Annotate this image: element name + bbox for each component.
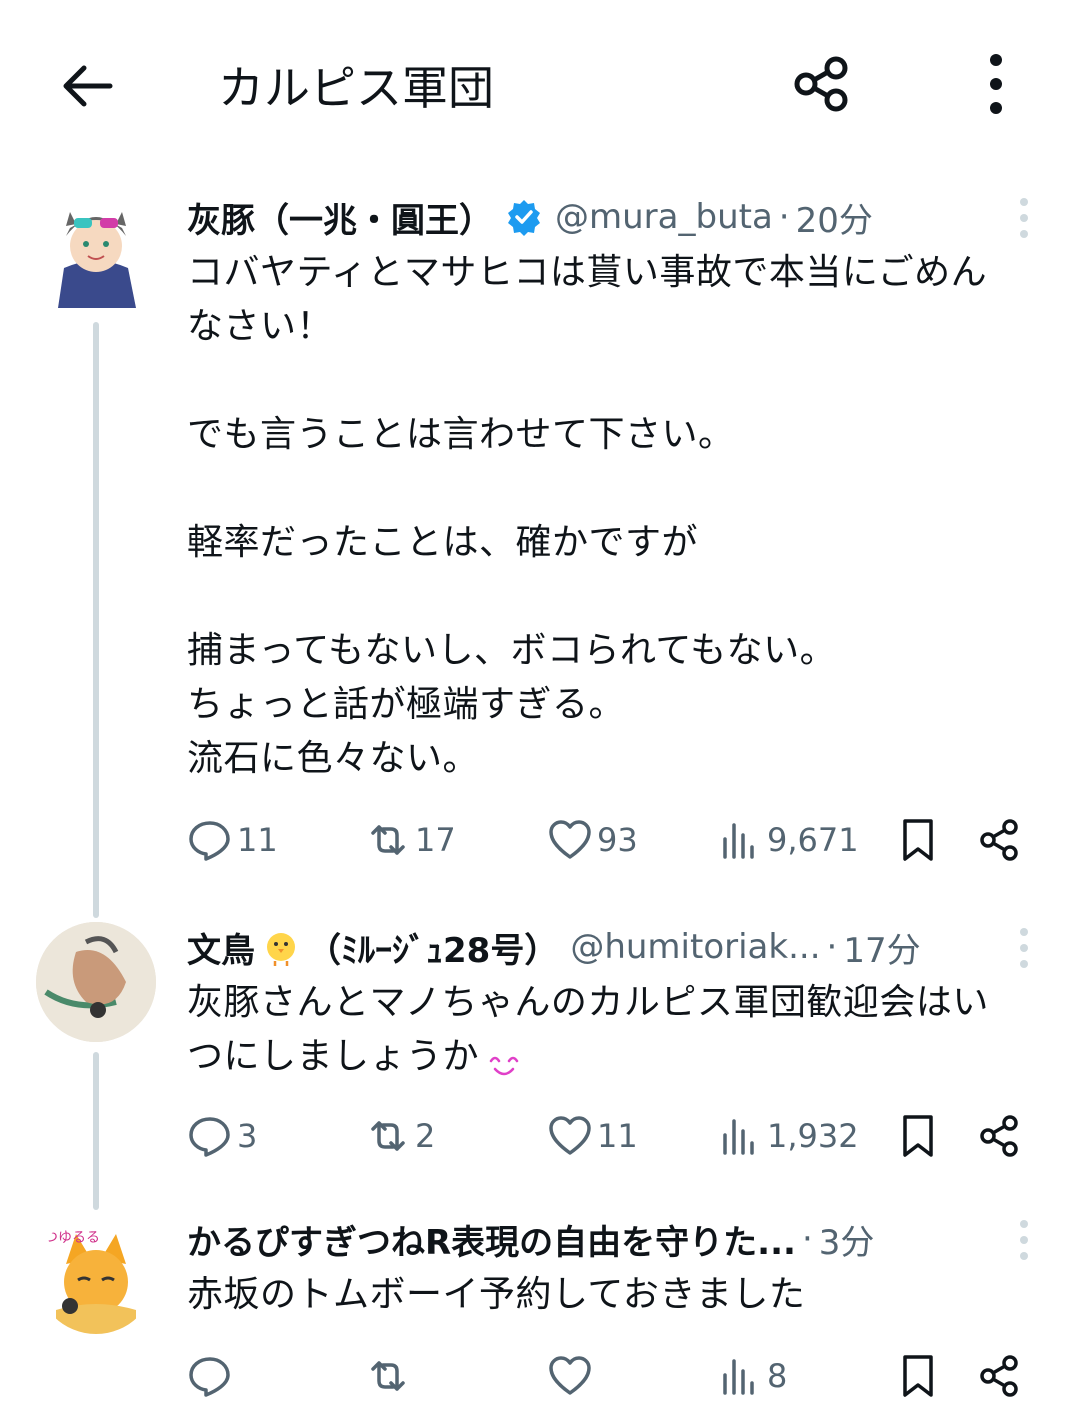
retweet-icon xyxy=(371,825,405,855)
views-icon xyxy=(723,1359,754,1395)
heart-icon xyxy=(549,820,591,859)
tweet-time[interactable]: 17分 xyxy=(843,923,920,972)
reply-button[interactable]: 11 xyxy=(187,810,278,870)
tweet-actions: 11 17 93 9,671 xyxy=(187,810,1037,870)
author-handle[interactable]: @mura_buta xyxy=(555,197,773,237)
avatar[interactable]: つゆるる xyxy=(36,1214,156,1334)
like-count: 11 xyxy=(597,1117,638,1155)
tweet-header: 灰豚（一兆・圓王） @mura_buta · 20分 xyxy=(187,188,1026,246)
reply-icon xyxy=(189,1117,230,1157)
bookmark-icon xyxy=(903,1355,933,1397)
like-button[interactable]: 11 xyxy=(547,1106,638,1166)
tweet-text: 赤坂のトムボーイ予約しておきました xyxy=(187,1274,806,1315)
tweet-text: コバヤティとマサヒコは貰い事故で本当にごめん なさい！ でも言うことは言わせて下… xyxy=(187,252,988,779)
views-button[interactable]: 8 xyxy=(717,1346,787,1406)
tweet-text-content: 灰豚さんとマノちゃんのカルピス軍団歓迎会はい つにしましょうか xyxy=(187,982,989,1077)
tweet-time[interactable]: 3分 xyxy=(819,1215,875,1264)
tweet-header: 文鳥 （ﾐﾙｰｼﾞｭ28号） @humitoriak... · 17分 xyxy=(187,918,1026,976)
heart-icon xyxy=(549,1356,591,1395)
view-count: 1,932 xyxy=(767,1117,859,1155)
views-icon xyxy=(723,823,754,859)
like-count: 93 xyxy=(597,821,638,859)
thread-line xyxy=(93,1052,99,1210)
bookmark-icon xyxy=(903,1115,933,1157)
reply-count: 11 xyxy=(237,821,278,859)
share-button[interactable] xyxy=(977,810,1023,870)
author-name-suffix[interactable]: （ﾐﾙｰｼﾞｭ28号） xyxy=(307,923,558,972)
tweet[interactable]: 灰豚（一兆・圓王） @mura_buta · 20分 コバヤティとマサヒコは貰い… xyxy=(0,178,1080,918)
author-name[interactable]: 文鳥 xyxy=(187,923,255,972)
separator-dot: · xyxy=(801,1219,813,1259)
share-button[interactable] xyxy=(977,1346,1023,1406)
bookmark-button[interactable] xyxy=(895,1106,941,1166)
retweet-button[interactable] xyxy=(365,1346,415,1406)
retweet-icon xyxy=(371,1361,405,1391)
chick-emoji-icon xyxy=(261,927,301,967)
smile-emoji-icon xyxy=(487,1043,521,1076)
tweet-actions: 3 2 11 1,932 xyxy=(187,1106,1037,1166)
tweet-more-icon[interactable] xyxy=(1012,926,1036,970)
reply-button[interactable]: 3 xyxy=(187,1106,257,1166)
retweet-count: 17 xyxy=(415,821,456,859)
author-handle[interactable]: @humitoriak... xyxy=(570,927,820,967)
separator-dot: · xyxy=(826,927,838,967)
share-icon[interactable] xyxy=(790,52,854,116)
tweet-time[interactable]: 20分 xyxy=(796,193,873,242)
reply-count: 3 xyxy=(237,1117,258,1155)
bookmark-icon xyxy=(903,819,933,861)
tweet-text: 灰豚さんとマノちゃんのカルピス軍団歓迎会はい つにしましょうか xyxy=(187,976,1026,1084)
retweet-icon xyxy=(371,1121,405,1151)
top-bar: カルピス軍団 xyxy=(0,0,1080,178)
like-button[interactable] xyxy=(547,1346,597,1406)
svg-text:つゆるる: つゆるる xyxy=(44,1230,100,1246)
views-button[interactable]: 9,671 xyxy=(717,810,859,870)
author-name[interactable]: 灰豚（一兆・圓王） xyxy=(187,193,493,242)
reply-icon xyxy=(189,821,230,861)
retweet-button[interactable]: 17 xyxy=(365,810,456,870)
tweet-more-icon[interactable] xyxy=(1012,1218,1036,1262)
share-icon xyxy=(980,1355,1018,1397)
reply-icon xyxy=(189,1357,230,1397)
page-title: カルピス軍団 xyxy=(218,61,494,115)
retweet-button[interactable]: 2 xyxy=(365,1106,435,1166)
retweet-count: 2 xyxy=(415,1117,436,1155)
bookmark-button[interactable] xyxy=(895,810,941,870)
thread-line xyxy=(93,322,99,918)
tweet-more-icon[interactable] xyxy=(1012,196,1036,240)
author-name[interactable]: かるぴすぎつねR表現の自由を守りた... xyxy=(187,1215,796,1264)
reply-button[interactable] xyxy=(187,1346,237,1406)
tweet-header: かるぴすぎつねR表現の自由を守りた... · 3分 xyxy=(187,1210,1026,1268)
share-icon xyxy=(980,819,1018,861)
back-arrow-icon[interactable] xyxy=(56,56,116,116)
share-button[interactable] xyxy=(977,1106,1023,1166)
share-icon xyxy=(980,1115,1018,1157)
separator-dot: · xyxy=(778,197,790,237)
avatar[interactable] xyxy=(36,922,156,1042)
views-button[interactable]: 1,932 xyxy=(717,1106,859,1166)
tweet-actions: 8 xyxy=(187,1346,1037,1406)
tweet[interactable]: 文鳥 （ﾐﾙｰｼﾞｭ28号） @humitoriak... · 17分 灰豚さん… xyxy=(0,918,1080,1210)
tweet[interactable]: つゆるる かるぴすぎつねR表現の自由を守りた... · 3分 赤坂のトムボーイ予… xyxy=(0,1210,1080,1423)
heart-icon xyxy=(549,1116,591,1155)
like-button[interactable]: 93 xyxy=(547,810,638,870)
view-count: 8 xyxy=(767,1357,788,1395)
bookmark-button[interactable] xyxy=(895,1346,941,1406)
avatar[interactable] xyxy=(36,188,156,308)
views-icon xyxy=(723,1119,754,1155)
more-options-icon[interactable] xyxy=(966,52,1026,116)
view-count: 9,671 xyxy=(767,821,859,859)
verified-badge-icon xyxy=(505,198,543,236)
